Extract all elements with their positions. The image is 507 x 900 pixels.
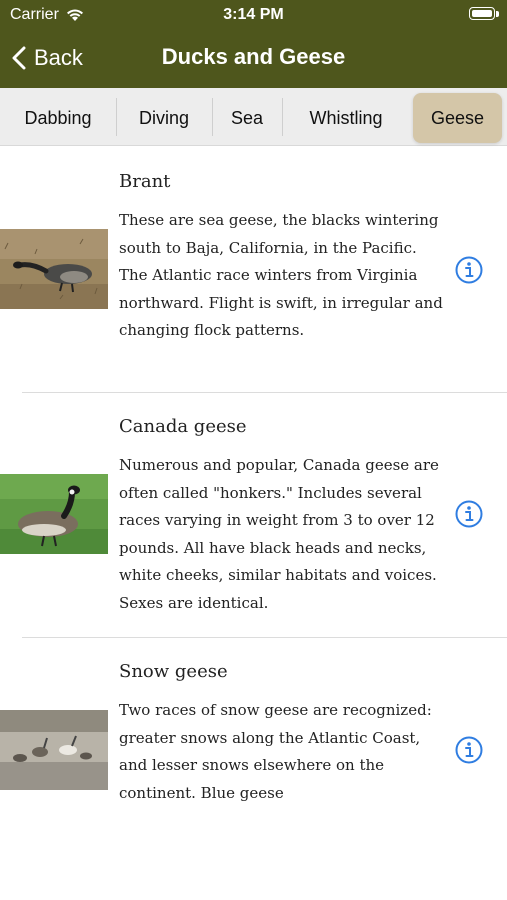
bird-name: Snow geese xyxy=(119,661,228,682)
bird-description: Two races of snow geese are recognized: … xyxy=(119,701,432,802)
bird-description: These are sea geese, the blacks winterin… xyxy=(119,211,443,340)
clock: 3:14 PM xyxy=(223,6,284,23)
battery-tip xyxy=(496,11,499,17)
bird-list: Brant These are sea geese, the blacks wi… xyxy=(0,147,507,882)
status-bar: Carrier 3:14 PM xyxy=(0,0,507,30)
bird-description: Numerous and popular, Canada geese are o… xyxy=(119,456,439,612)
chevron-left-icon xyxy=(12,46,26,70)
navigation-bar: Back Ducks and Geese xyxy=(0,30,507,88)
segment-sea[interactable]: Sea xyxy=(213,93,281,143)
battery-icon xyxy=(469,7,495,20)
segment-dabbing[interactable]: Dabbing xyxy=(0,93,116,143)
segment-geese[interactable]: Geese xyxy=(413,93,502,143)
brant-photo xyxy=(0,229,108,309)
row-separator xyxy=(22,392,507,393)
bird-thumbnail xyxy=(0,229,108,309)
info-circle-icon[interactable] xyxy=(455,256,483,284)
back-button[interactable]: Back xyxy=(12,42,83,74)
row-separator xyxy=(22,637,507,638)
info-circle-icon[interactable] xyxy=(455,500,483,528)
bird-thumbnail xyxy=(0,710,108,790)
bird-thumbnail xyxy=(0,474,108,554)
info-circle-icon[interactable] xyxy=(455,736,483,764)
snow-goose-photo xyxy=(0,710,108,790)
canada-goose-photo xyxy=(0,474,108,554)
top-bar: Carrier 3:14 PM Back Ducks and Geese xyxy=(0,0,507,88)
bird-name: Brant xyxy=(119,171,171,192)
segment-whistling[interactable]: Whistling xyxy=(283,93,409,143)
back-label: Back xyxy=(34,45,83,70)
segment-diving[interactable]: Diving xyxy=(117,93,211,143)
list-item[interactable]: Canada geese Numerous and popular, Canad… xyxy=(0,392,507,637)
list-item[interactable]: Brant These are sea geese, the blacks wi… xyxy=(0,147,507,392)
list-item[interactable]: Snow geese Two races of snow geese are r… xyxy=(0,637,507,882)
bird-name: Canada geese xyxy=(119,416,247,437)
category-segmented-control: Dabbing Diving Sea Whistling Geese xyxy=(0,88,507,146)
